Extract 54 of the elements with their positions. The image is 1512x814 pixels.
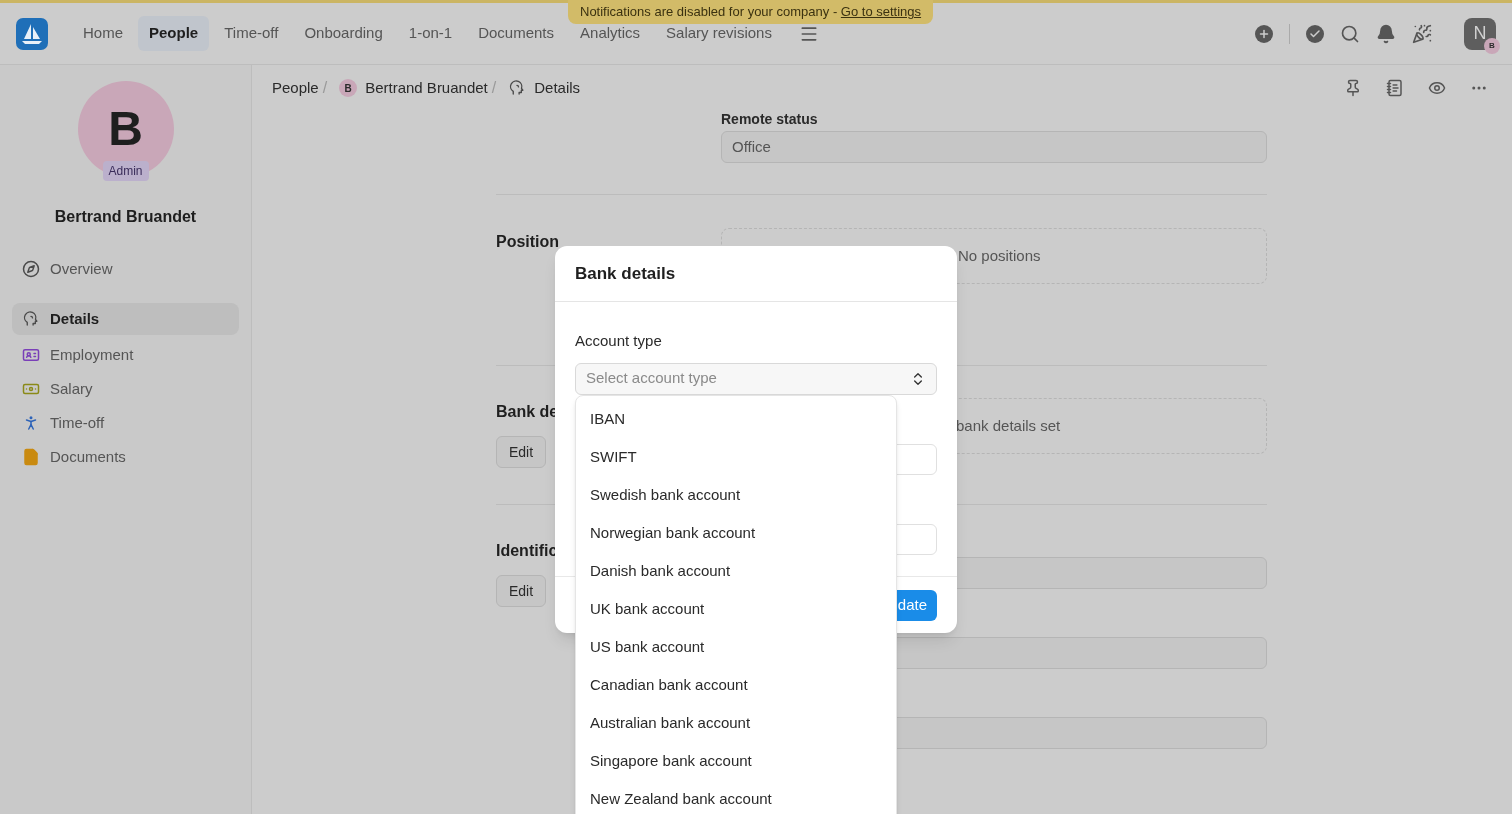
check-icon[interactable]	[1306, 24, 1324, 43]
nav-tab[interactable]: Home	[72, 16, 134, 51]
remote-status-field[interactable]: Office	[721, 131, 1267, 163]
avatar-badge: B	[1484, 37, 1500, 54]
breadcrumb-link[interactable]: People	[272, 76, 319, 100]
nav-tab[interactable]: Documents	[467, 16, 566, 51]
avatar-icon: B	[339, 79, 358, 97]
section-heading: Identific	[496, 541, 558, 561]
bell-icon[interactable]	[1376, 23, 1396, 44]
document-icon	[22, 448, 40, 466]
dropdown-option[interactable]: Singapore bank account	[576, 742, 896, 780]
field-label: Account type	[575, 331, 663, 351]
dropdown-option[interactable]: Australian bank account	[576, 704, 896, 742]
sidebar-item[interactable]: Documents	[12, 441, 239, 473]
dropdown-option[interactable]: Canadian bank account	[576, 666, 896, 704]
sidebar-item[interactable]: Details	[12, 303, 239, 335]
breadcrumb-separator: /	[491, 78, 497, 98]
sidebar-item[interactable]: Employment	[12, 339, 239, 371]
compass-icon	[22, 260, 40, 278]
section-heading: Position	[496, 232, 561, 252]
banner-text: Notifications are disabled for your company -	[580, 3, 839, 22]
profile-name: Bertrand Bruandet	[54, 207, 197, 227]
field-label: Remote status	[721, 111, 819, 127]
breadcrumb-link[interactable]: Bertrand Bruandet	[365, 76, 488, 100]
sidebar-item[interactable]: Time-off	[12, 407, 239, 439]
id-card-icon	[22, 346, 40, 364]
pin-icon[interactable]	[1344, 79, 1362, 97]
breadcrumb-link[interactable]: Details	[534, 76, 581, 100]
nav-tab[interactable]: Time-off	[213, 16, 290, 51]
party-popper-icon[interactable]	[1412, 23, 1432, 44]
head-icon	[22, 310, 40, 328]
edit-button[interactable]: Edit	[496, 436, 547, 468]
nav-tab[interactable]: People	[138, 16, 210, 51]
sailboat-logo[interactable]	[16, 17, 48, 50]
search-icon[interactable]	[1340, 23, 1360, 44]
nav-tab[interactable]: Onboarding	[293, 16, 394, 51]
sidebar-item[interactable]: Overview	[12, 253, 239, 285]
dialog-title: Bank details	[575, 262, 676, 285]
dropdown-option[interactable]: UK bank account	[576, 590, 896, 628]
dropdown-option[interactable]: New Zealand bank account	[576, 780, 896, 814]
edit-button[interactable]: Edit	[496, 575, 547, 607]
add-icon[interactable]	[1255, 24, 1273, 43]
notes-icon[interactable]	[1386, 79, 1404, 97]
breadcrumb-separator: /	[322, 78, 328, 98]
dropdown-option[interactable]: US bank account	[576, 628, 896, 666]
update-button[interactable]: date	[895, 589, 937, 621]
dropdown-option[interactable]: Danish bank account	[576, 552, 896, 590]
sidebar-item[interactable]: Salary	[12, 373, 239, 405]
role-badge: Admin	[102, 161, 149, 181]
dropdown-option[interactable]: Swedish bank account	[576, 476, 896, 514]
eye-icon[interactable]	[1428, 79, 1446, 97]
nav-tab[interactable]: 1-on-1	[397, 16, 464, 51]
settings-link[interactable]: Go to settings	[840, 2, 922, 22]
dropdown-option[interactable]: Norwegian bank account	[576, 514, 896, 552]
